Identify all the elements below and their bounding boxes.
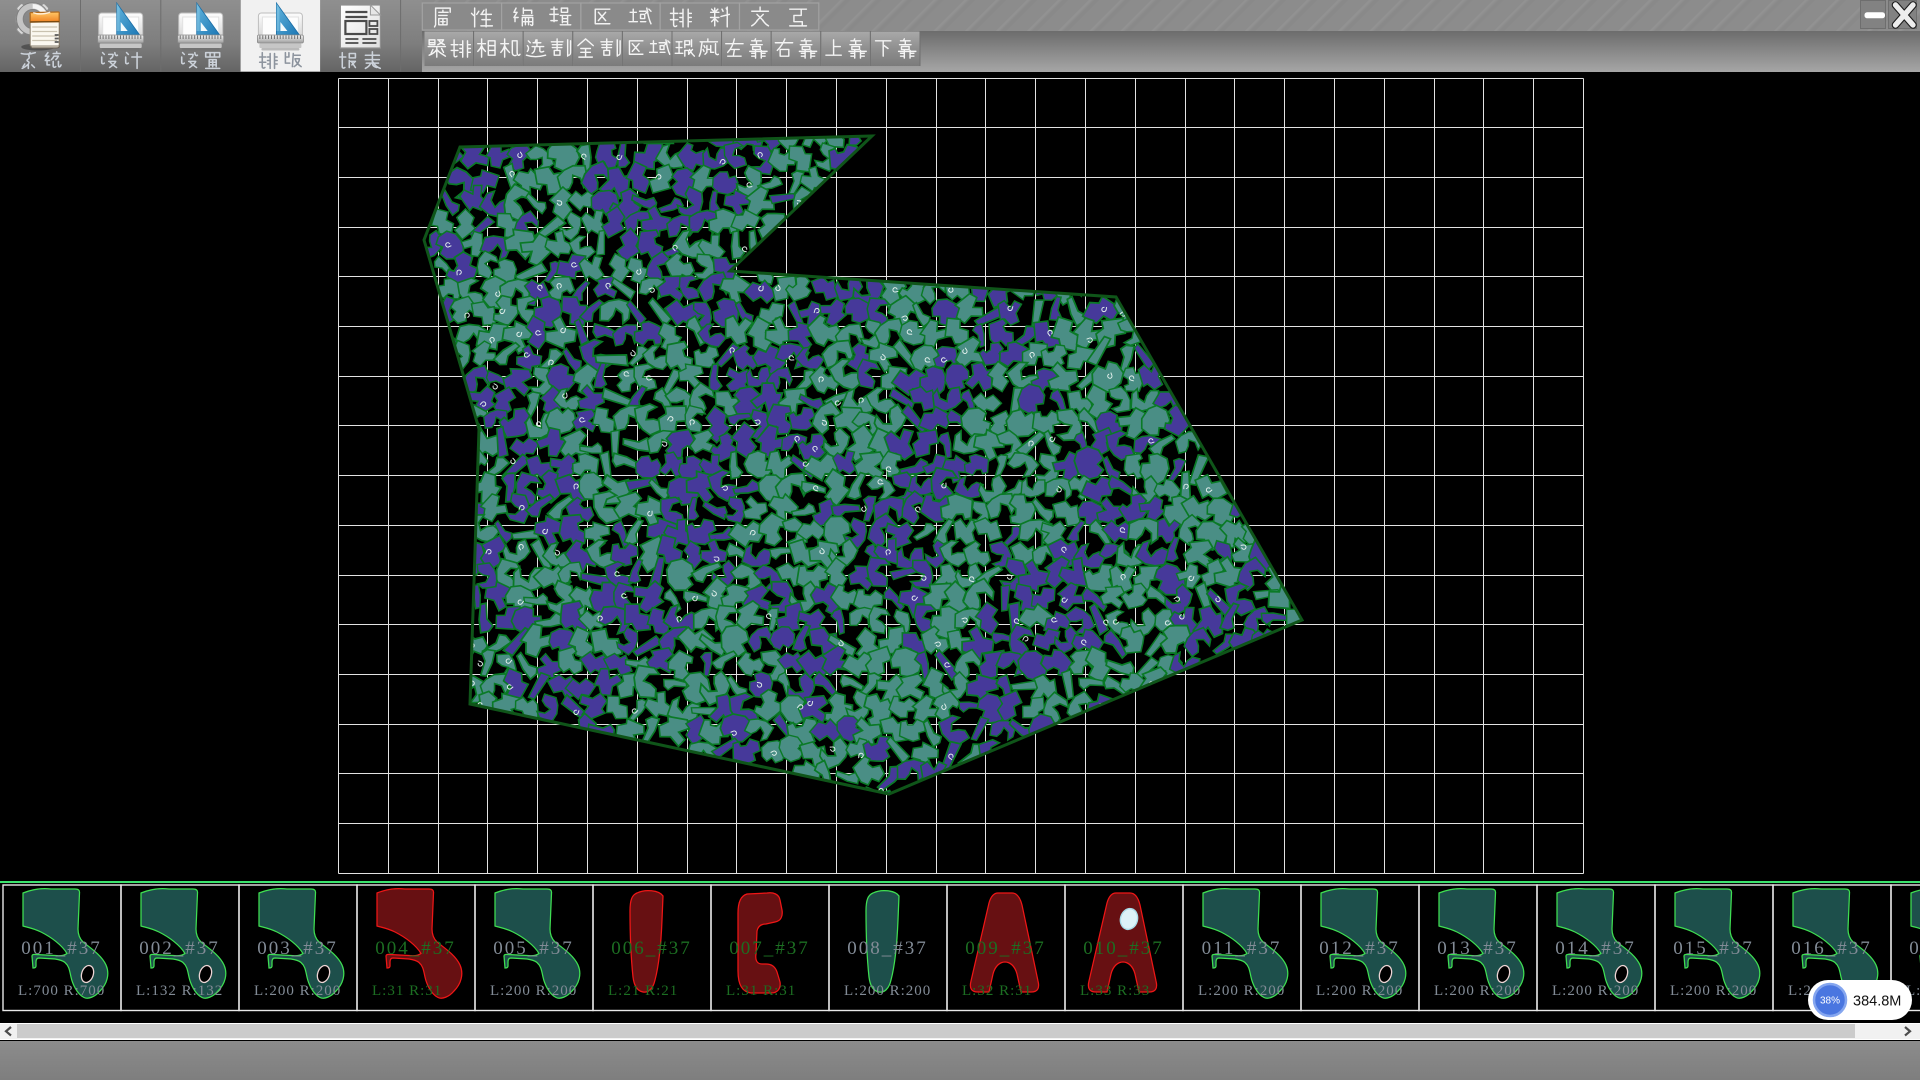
svg-text:384.8M: 384.8M: [1853, 993, 1901, 1009]
svg-text:004_#37: 004_#37: [375, 938, 456, 959]
svg-text:011_#37: 011_#37: [1202, 938, 1282, 959]
svg-text:013_#37: 013_#37: [1437, 938, 1518, 959]
svg-text:L:700 R:700: L:700 R:700: [18, 983, 105, 999]
svg-text:L:200 R:200: L:200 R:200: [1316, 983, 1403, 999]
svg-text:L:200 R:200: L:200 R:200: [1198, 983, 1285, 999]
svg-text:008_#37: 008_#37: [847, 938, 928, 959]
svg-text:L:200 R:200: L:200 R:200: [1670, 983, 1757, 999]
svg-text:015_#37: 015_#37: [1673, 938, 1754, 959]
svg-text:001_#37: 001_#37: [21, 938, 102, 959]
svg-text:016_#37: 016_#37: [1791, 938, 1872, 959]
svg-text:005_#37: 005_#37: [493, 938, 574, 959]
svg-text:L:31 R:31: L:31 R:31: [372, 983, 442, 999]
svg-text:012_#37: 012_#37: [1319, 938, 1400, 959]
svg-text:009_#37: 009_#37: [965, 938, 1046, 959]
svg-text:006_#37: 006_#37: [611, 938, 692, 959]
svg-text:017_#37: 017_#37: [1909, 938, 1920, 959]
svg-text:L:200 R:200: L:200 R:200: [1552, 983, 1639, 999]
svg-text:007_#37: 007_#37: [729, 938, 810, 959]
svg-text:L:200 R:200: L:200 R:200: [490, 983, 577, 999]
svg-text:38%: 38%: [1820, 995, 1840, 1006]
svg-text:L:132 R:132: L:132 R:132: [136, 983, 223, 999]
svg-text:L:21 R:21: L:21 R:21: [608, 983, 678, 999]
svg-text:014_#37: 014_#37: [1555, 938, 1636, 959]
svg-text:L:200 R:200: L:200 R:200: [254, 983, 341, 999]
svg-text:L:33 R:33: L:33 R:33: [1080, 983, 1150, 999]
svg-text:L:200 R:200: L:200 R:200: [1434, 983, 1521, 999]
svg-text:L:200 R:200: L:200 R:200: [844, 983, 931, 999]
svg-text:010_#37: 010_#37: [1083, 938, 1164, 959]
svg-text:003_#37: 003_#37: [257, 938, 338, 959]
svg-text:002_#37: 002_#37: [139, 938, 220, 959]
svg-text:L:32 R:31: L:32 R:31: [962, 983, 1032, 999]
svg-text:L:31 R:31: L:31 R:31: [726, 983, 796, 999]
